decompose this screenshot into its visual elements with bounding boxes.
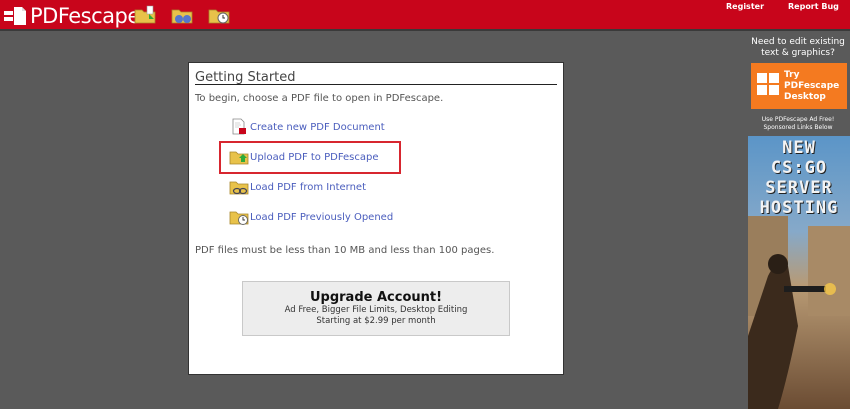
edit-prompt-line1: Need to edit existing	[751, 37, 845, 47]
create-new-pdf-option[interactable]: Create new PDF Document	[229, 118, 385, 136]
register-link[interactable]: Register	[726, 2, 764, 11]
upgrade-features: Ad Free, Bigger File Limits, Desktop Edi…	[284, 305, 468, 315]
report-bug-link[interactable]: Report Bug	[788, 2, 839, 11]
ad-headline: NEW CS:GO SERVER HOSTING	[748, 138, 850, 218]
ad-free-notice[interactable]: Use PDFescape Ad Free! Sponsored Links B…	[748, 116, 848, 132]
edit-existing-prompt: Need to edit existing text & graphics?	[748, 37, 848, 59]
file-limits-text: PDF files must be less than 10 MB and le…	[195, 245, 495, 256]
upload-folder-icon	[229, 151, 249, 165]
load-from-internet-option[interactable]: Load PDF from Internet	[229, 178, 366, 196]
history-folder-icon	[229, 211, 249, 225]
sponsored-ad-banner[interactable]: NEW CS:GO SERVER HOSTING	[748, 136, 850, 409]
upgrade-title: Upgrade Account!	[309, 290, 443, 305]
try-line3: Desktop	[784, 92, 826, 102]
try-desktop-button[interactable]: Try PDFescape Desktop	[751, 63, 847, 109]
upgrade-account-button[interactable]: Upgrade Account! Ad Free, Bigger File Li…	[242, 281, 510, 336]
internet-toolbar-icon[interactable]	[170, 4, 194, 26]
new-document-toolbar-icon[interactable]	[133, 4, 157, 26]
load-previous-option[interactable]: Load PDF Previously Opened	[229, 208, 393, 226]
edit-prompt-line2: text & graphics?	[761, 48, 835, 58]
new-document-icon	[232, 118, 246, 135]
logo-icon	[4, 7, 26, 25]
getting-started-panel: Getting Started To begin, choose a PDF f…	[188, 62, 564, 375]
panel-title: Getting Started	[195, 70, 296, 85]
try-line2: PDFescape	[784, 81, 840, 91]
load-previous-link[interactable]: Load PDF Previously Opened	[250, 212, 393, 223]
create-new-pdf-link[interactable]: Create new PDF Document	[250, 122, 385, 133]
logo-text: PDFescape	[30, 4, 140, 28]
ad-line-server: SERVER	[765, 178, 833, 198]
upload-pdf-option[interactable]: Upload PDF to PDFescape	[229, 148, 379, 166]
upload-pdf-link[interactable]: Upload PDF to PDFescape	[250, 152, 379, 163]
try-desktop-text: Try PDFescape Desktop	[784, 70, 839, 103]
upgrade-price: Starting at $2.99 per month	[316, 316, 436, 326]
internet-folder-icon	[229, 181, 249, 195]
ad-line-new: NEW	[782, 138, 816, 158]
ad-line-hosting: HOSTING	[759, 198, 839, 218]
windows-logo-icon	[757, 73, 779, 95]
ad-line-csgo: CS:GO	[770, 158, 828, 178]
history-toolbar-icon[interactable]	[207, 4, 231, 26]
intro-text: To begin, choose a PDF file to open in P…	[195, 93, 444, 104]
pdfescape-logo[interactable]: PDFescape	[4, 4, 140, 28]
try-line1: Try	[784, 70, 800, 80]
ad-free-line2: Sponsored Links Below	[763, 124, 833, 131]
load-from-internet-link[interactable]: Load PDF from Internet	[250, 182, 366, 193]
top-bar: PDFescape Register Report Bug	[0, 0, 850, 31]
ad-free-line1: Use PDFescape Ad Free!	[761, 116, 835, 123]
title-divider	[195, 84, 557, 85]
